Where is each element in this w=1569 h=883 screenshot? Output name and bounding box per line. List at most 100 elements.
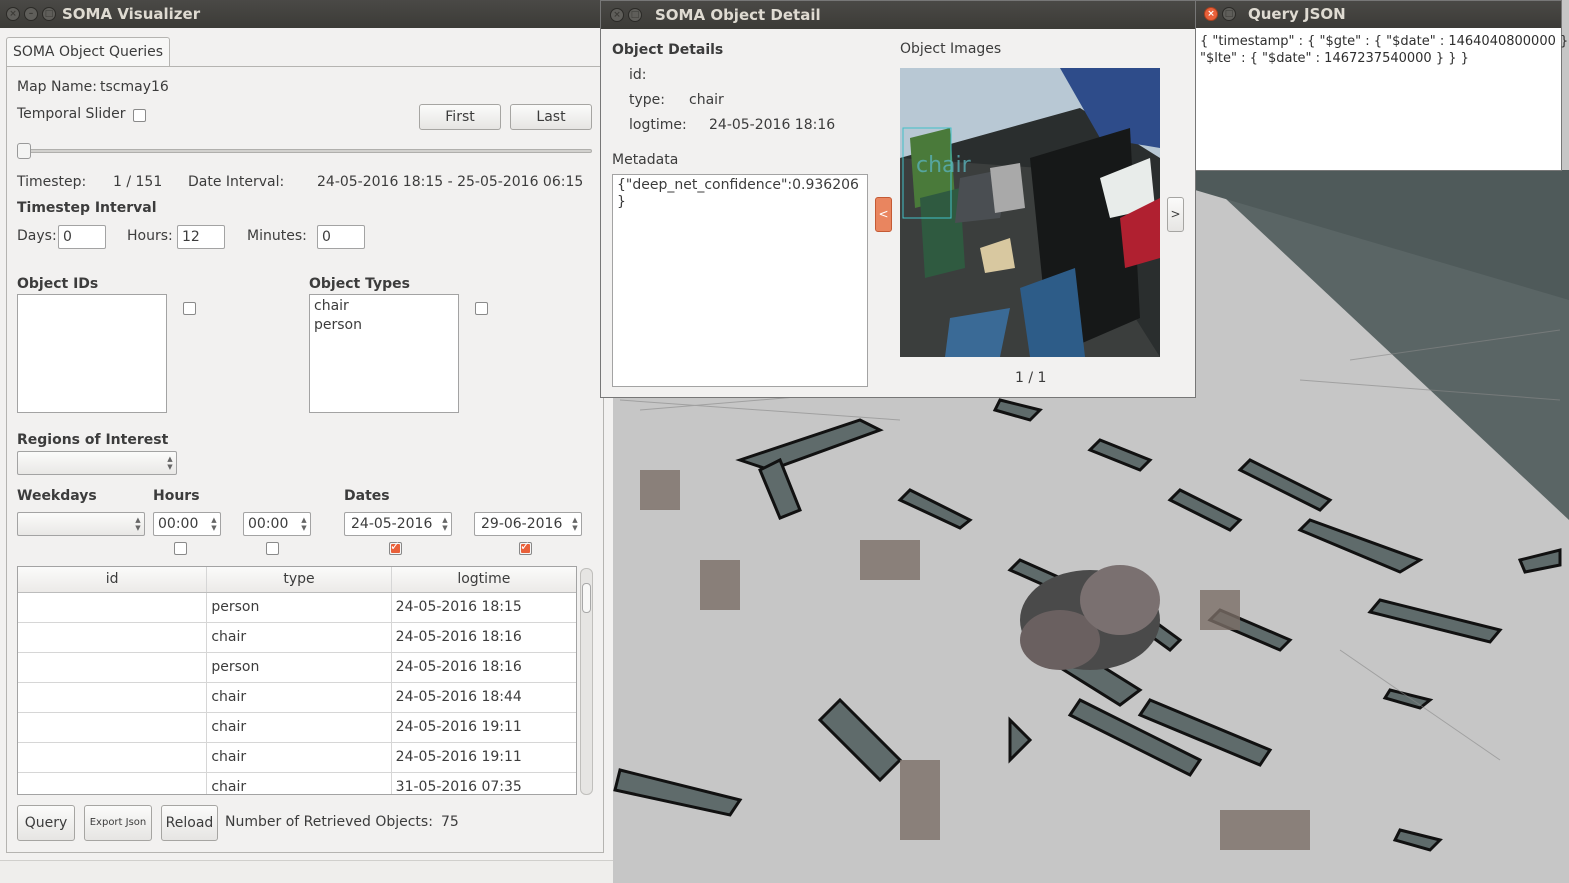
id-label: id: [629,67,647,83]
hour-from-checkbox[interactable] [174,542,187,555]
timestep-slider[interactable] [17,143,592,159]
map-name-label: Map Name: [17,79,98,95]
json-line: { "timestamp" : { "$gte" : { "$date" : 1… [1200,34,1569,49]
cell-logtime: 24-05-2016 18:16 [395,659,522,675]
weekdays-heading: Weekdays [17,488,97,504]
hours-input[interactable]: 12 [177,225,225,249]
spinner-arrows-icon[interactable]: ▲ ▼ [571,516,579,532]
cell-id [18,653,208,682]
table-row[interactable]: person 24-05-2016 18:16 [18,653,576,683]
object-ids-heading: Object IDs [17,276,99,292]
query-button[interactable]: Query [17,805,75,841]
metadata-heading: Metadata [612,152,679,168]
hour-from-input[interactable]: 00:00 ▲ ▼ [153,512,221,536]
map-name-value: tscmay16 [100,79,169,95]
cell-type: chair [207,623,392,652]
type-label: type: [629,92,665,108]
next-image-button[interactable]: > [1167,197,1184,232]
timestep-label: Timestep: [17,174,87,190]
query-json-titlebar: × □ Query JSON [1196,1,1561,28]
minutes-input[interactable]: 0 [317,225,365,249]
results-table[interactable]: id type logtime person 24-05-2016 18:15 c… [17,566,577,795]
regions-heading: Regions of Interest [17,432,169,448]
hours-label: Hours: [127,228,173,244]
minutes-label: Minutes: [247,228,307,244]
soma-visualizer-window: × – □ SOMA Visualizer SOMA Object Querie… [0,0,613,883]
image-bbox-label: chair [916,153,972,178]
date-from-input[interactable]: 24-05-2016 ▲ ▼ [344,512,452,536]
spinner-arrows-icon[interactable]: ▲ ▼ [210,516,218,532]
timestep-interval-heading: Timestep Interval [17,200,157,216]
days-input[interactable]: 0 [58,225,106,249]
date-to-input[interactable]: 29-06-2016 ▲ ▼ [474,512,582,536]
hour-to-input[interactable]: 00:00 ▲ ▼ [243,512,311,536]
list-item[interactable]: chair [314,297,454,316]
close-icon[interactable]: × [1204,7,1218,21]
maximize-icon[interactable]: □ [1222,7,1236,21]
table-scrollbar[interactable] [580,568,593,795]
cell-id [18,773,208,794]
cell-logtime: 31-05-2016 07:35 [395,779,522,795]
date-from-checkbox[interactable] [389,539,402,555]
last-button[interactable]: Last [510,104,592,130]
window-title: Query JSON [1248,5,1346,23]
close-icon[interactable]: × [6,7,20,21]
close-icon[interactable]: × [610,8,624,22]
retrieved-objects-count: 75 [441,814,459,830]
logtime-value: 24-05-2016 18:16 [709,117,836,133]
table-row[interactable]: chair 24-05-2016 19:11 [18,743,576,773]
slider-handle[interactable] [17,143,31,159]
list-item[interactable]: person [314,316,454,335]
window-title: SOMA Object Detail [655,6,821,24]
tab-soma-object-queries[interactable]: SOMA Object Queries [6,37,170,67]
minimize-icon[interactable]: – [24,7,38,21]
query-json-text[interactable]: { "timestamp" : { "$gte" : { "$date" : 1… [1200,33,1569,67]
date-to-checkbox[interactable] [519,539,532,555]
regions-select[interactable]: ▲ ▼ [17,451,177,475]
metadata-text[interactable]: {"deep_net_confidence":0.936206 } [612,174,868,387]
export-json-button[interactable]: Export Json [84,805,152,841]
table-row[interactable]: chair 24-05-2016 18:16 [18,623,576,653]
table-row[interactable]: chair 24-05-2016 19:11 [18,713,576,743]
metadata-line: {"deep_net_confidence":0.936206 [617,177,859,193]
object-images-heading: Object Images [900,41,1002,57]
object-types-list[interactable]: chair person [309,294,459,413]
column-header-logtime[interactable]: logtime [392,567,576,592]
hour-from-value: 00:00 [158,516,199,532]
retrieved-objects-label: Number of Retrieved Objects: [225,814,433,830]
object-types-checkbox[interactable] [475,302,488,315]
weekdays-select[interactable]: ▲ ▼ [17,512,145,536]
table-row[interactable]: chair 31-05-2016 07:35 [18,773,576,795]
spinner-arrows-icon[interactable]: ▲ ▼ [441,516,449,532]
column-header-id[interactable]: id [18,567,208,592]
cell-type: person [207,653,392,682]
cell-type: chair [207,773,392,794]
scrollbar-thumb[interactable] [582,583,591,613]
cell-id [18,683,208,712]
cell-logtime: 24-05-2016 18:44 [395,689,522,705]
maximize-icon[interactable]: □ [628,8,642,22]
status-bar [0,860,613,883]
first-button[interactable]: First [419,104,501,130]
soma-object-detail-window: × □ SOMA Object Detail Object Details id… [600,0,1196,398]
date-to-value: 29-06-2016 [481,516,563,532]
hour-to-value: 00:00 [248,516,289,532]
reload-button[interactable]: Reload [161,805,218,841]
hours-filter-heading: Hours [153,488,200,504]
cell-id [18,713,208,742]
hour-to-checkbox[interactable] [266,542,279,555]
window-title: SOMA Visualizer [62,5,201,23]
detail-titlebar: × □ SOMA Object Detail [601,1,1195,29]
object-ids-list[interactable] [17,294,167,413]
previous-image-button[interactable]: < [875,197,892,232]
metadata-line: } [617,194,626,210]
column-header-type[interactable]: type [207,567,392,592]
temporal-slider-checkbox[interactable] [133,109,146,122]
table-row[interactable]: person 24-05-2016 18:15 [18,593,576,623]
maximize-icon[interactable]: □ [42,7,56,21]
spinner-arrows-icon[interactable]: ▲ ▼ [300,516,308,532]
table-header: id type logtime [18,567,576,593]
table-row[interactable]: chair 24-05-2016 18:44 [18,683,576,713]
cell-logtime: 24-05-2016 18:16 [395,629,522,645]
object-ids-checkbox[interactable] [183,302,196,315]
